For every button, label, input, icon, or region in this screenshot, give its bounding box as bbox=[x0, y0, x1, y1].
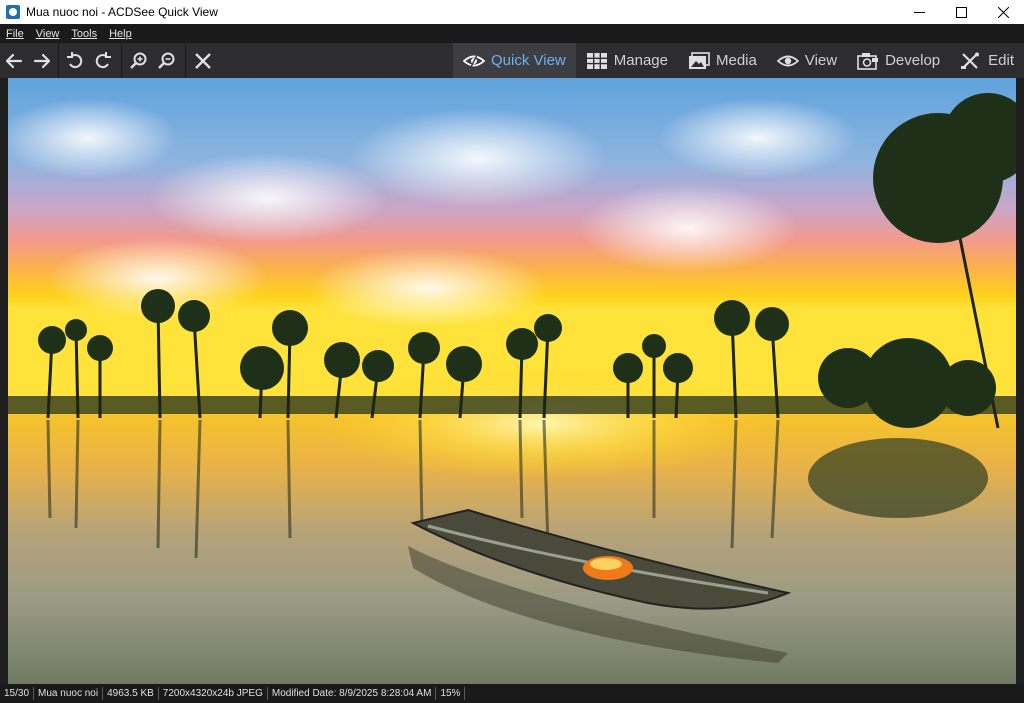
status-zoom[interactable]: 15% bbox=[436, 687, 466, 700]
rotate-left-button[interactable] bbox=[61, 43, 89, 78]
tab-view[interactable]: View bbox=[767, 43, 847, 78]
status-image-position: 15/30 bbox=[0, 687, 35, 700]
grid-icon bbox=[586, 52, 607, 69]
maximize-button[interactable] bbox=[940, 0, 982, 24]
rotate-tools bbox=[61, 43, 117, 78]
menu-bar: File View Tools Help bbox=[0, 24, 1024, 43]
zoom-in-button[interactable] bbox=[125, 43, 153, 78]
tab-manage-label: Manage bbox=[613, 52, 668, 69]
navigation-tools bbox=[0, 43, 56, 78]
develop-icon bbox=[857, 52, 879, 70]
tab-manage[interactable]: Manage bbox=[576, 43, 678, 78]
tab-develop[interactable]: Develop bbox=[847, 43, 950, 78]
minimize-icon bbox=[913, 11, 925, 13]
sunset-lake-palm-image bbox=[8, 78, 1016, 684]
close-image-button[interactable] bbox=[189, 43, 217, 78]
tab-quick-view-label: Quick View bbox=[491, 52, 566, 69]
zoom-tools bbox=[125, 43, 181, 78]
tab-develop-label: Develop bbox=[885, 52, 941, 69]
window-controls bbox=[898, 0, 1024, 24]
rotate-right-icon bbox=[95, 51, 111, 68]
tab-edit-label: Edit bbox=[988, 52, 1014, 69]
quick-view-eye-icon bbox=[463, 54, 485, 67]
toolbar: Quick View Manage Media View Develop Edi… bbox=[0, 43, 1024, 78]
rotate-right-button[interactable] bbox=[89, 43, 117, 78]
minimize-button[interactable] bbox=[898, 0, 940, 24]
menu-file[interactable]: File bbox=[0, 28, 30, 40]
menu-view[interactable]: View bbox=[30, 28, 66, 40]
tab-quick-view[interactable]: Quick View bbox=[453, 43, 576, 78]
next-image-button[interactable] bbox=[28, 43, 56, 78]
menu-tools[interactable]: Tools bbox=[65, 28, 103, 40]
maximize-icon bbox=[955, 6, 967, 18]
previous-image-button[interactable] bbox=[0, 43, 28, 78]
image-viewer[interactable] bbox=[0, 78, 1024, 684]
menu-help[interactable]: Help bbox=[103, 28, 138, 40]
close-image-icon bbox=[195, 52, 211, 69]
toolbar-divider bbox=[121, 43, 122, 78]
toolbar-divider bbox=[58, 43, 59, 78]
close-tools bbox=[189, 43, 217, 78]
toolbar-divider bbox=[185, 43, 186, 78]
status-filesize: 4963.5 KB bbox=[103, 687, 159, 700]
title-bar: Mua nuoc noi - ACDSee Quick View bbox=[0, 0, 1024, 24]
acdsee-app-icon bbox=[6, 5, 20, 19]
zoom-out-button[interactable] bbox=[153, 43, 181, 78]
status-bar: 15/30 Mua nuoc noi 4963.5 KB 7200x4320x2… bbox=[0, 684, 1024, 703]
status-filename: Mua nuoc noi bbox=[34, 687, 104, 700]
mode-tabs: Quick View Manage Media View Develop Edi… bbox=[453, 43, 1024, 78]
close-window-button[interactable] bbox=[982, 0, 1024, 24]
back-arrow-icon bbox=[5, 53, 23, 68]
zoom-in-icon bbox=[130, 52, 147, 69]
tab-media-label: Media bbox=[715, 52, 757, 69]
status-dimensions: 7200x4320x24b JPEG bbox=[159, 687, 268, 700]
edit-tools-icon bbox=[961, 52, 980, 69]
zoom-out-icon bbox=[158, 52, 175, 69]
window-title: Mua nuoc noi - ACDSee Quick View bbox=[26, 5, 218, 19]
eye-icon bbox=[776, 55, 799, 66]
tab-edit[interactable]: Edit bbox=[950, 43, 1024, 78]
close-icon bbox=[997, 6, 1009, 18]
tab-media[interactable]: Media bbox=[678, 43, 767, 78]
rotate-left-icon bbox=[67, 51, 83, 68]
forward-arrow-icon bbox=[33, 53, 51, 68]
tab-view-label: View bbox=[804, 52, 838, 69]
status-modified-date: Modified Date: 8/9/2025 8:28:04 AM bbox=[268, 687, 437, 700]
media-icon bbox=[688, 51, 710, 69]
landscape-photo bbox=[8, 78, 1016, 684]
